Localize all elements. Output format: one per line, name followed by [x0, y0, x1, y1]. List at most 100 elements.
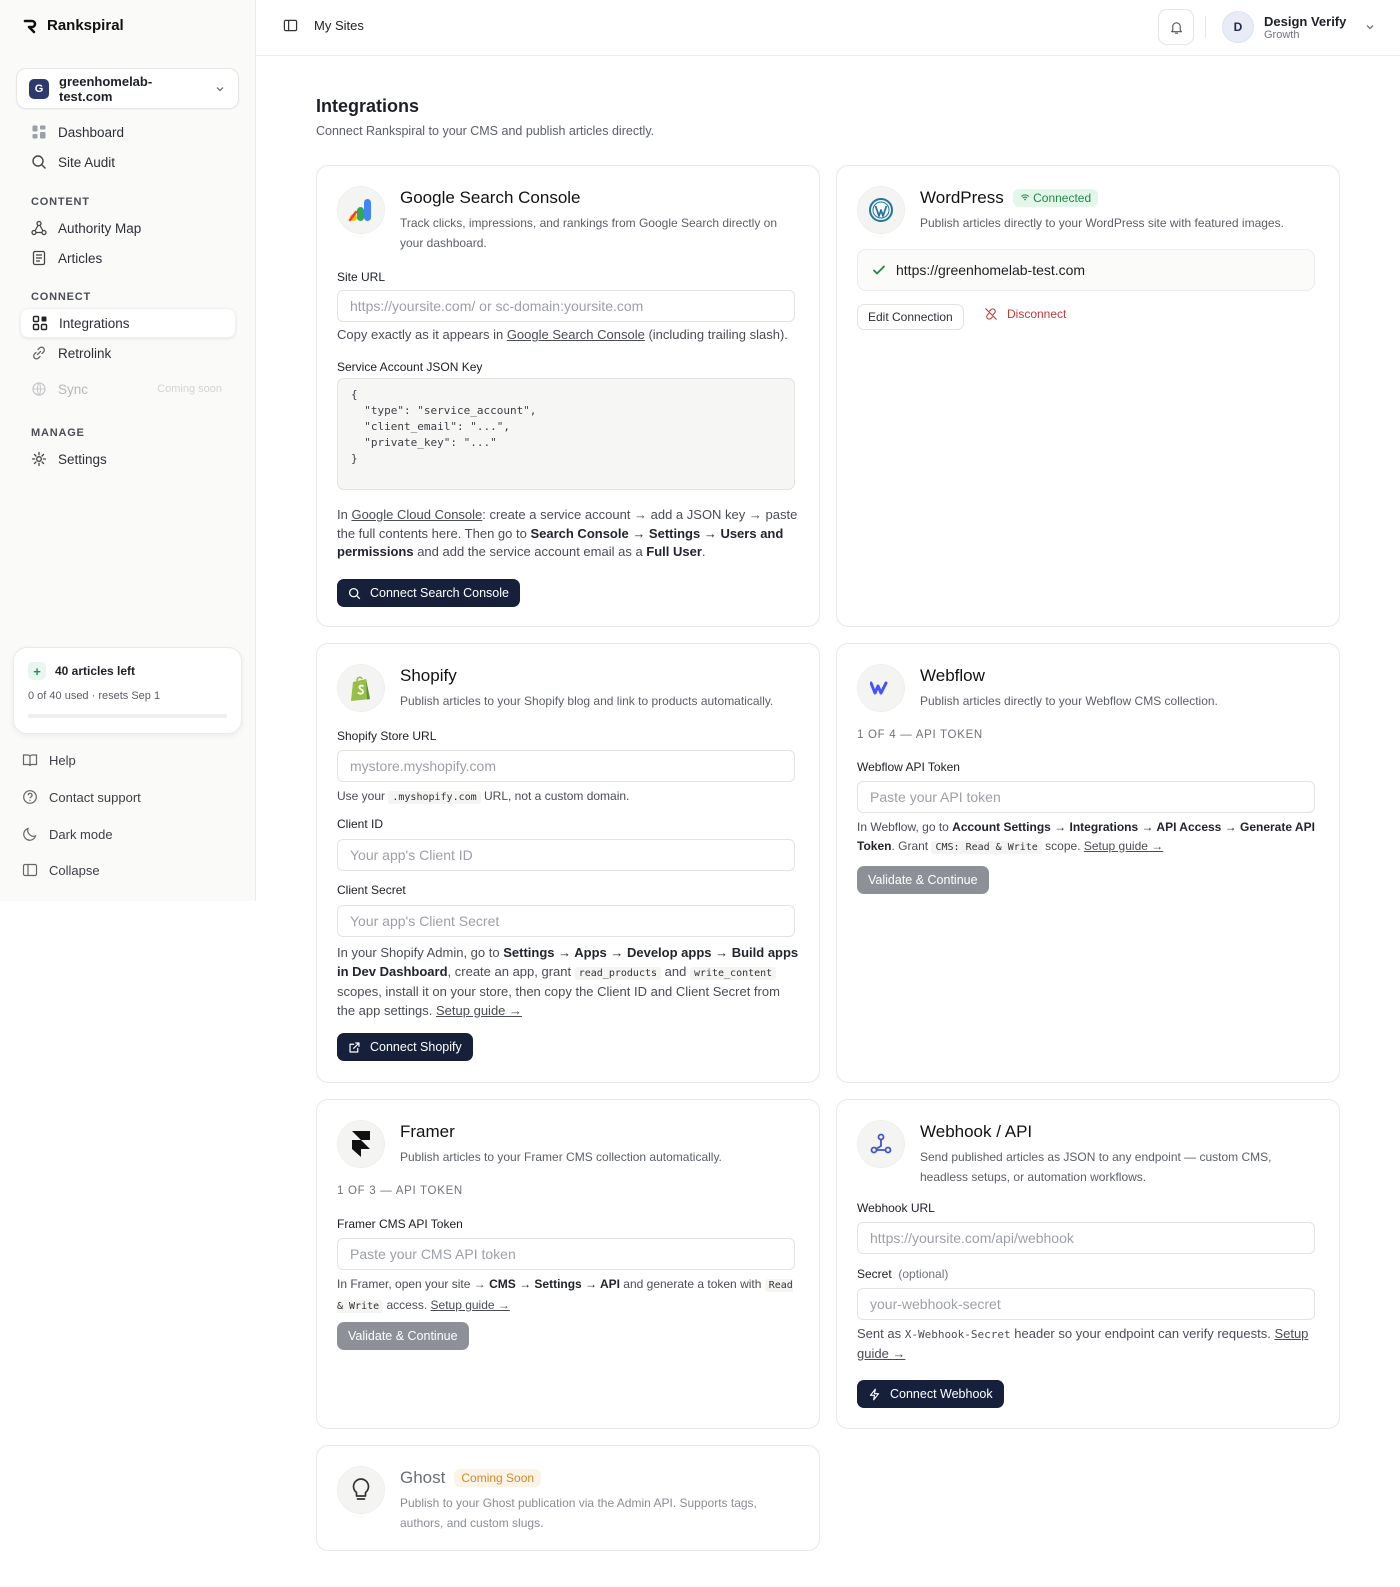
framer-logo-icon — [337, 1120, 385, 1168]
card-webhook: Webhook / API Send published articles as… — [836, 1099, 1340, 1429]
card-ghost: Ghost Coming Soon Publish to your Ghost … — [316, 1445, 820, 1551]
sidebar-item-site-audit[interactable]: Site Audit — [20, 147, 236, 177]
card-title: WordPress — [920, 188, 1004, 207]
brand[interactable]: Rankspiral — [22, 17, 124, 34]
external-link-icon — [349, 1041, 360, 1053]
avatar: D — [1222, 11, 1254, 43]
user-menu[interactable]: D Design Verify Growth — [1222, 11, 1376, 43]
footer-item-dark-mode[interactable]: Dark mode — [22, 826, 113, 842]
top-bar: My Sites D Design Verify Growth — [256, 0, 1400, 56]
client-secret-input[interactable]: Your app's Client Secret — [337, 905, 795, 937]
lightbulb-icon — [337, 1466, 385, 1514]
secret-input[interactable]: your-webhook-secret — [857, 1288, 1315, 1320]
shopify-help: In your Shopify Admin, go to Settings → … — [337, 945, 799, 1018]
client-secret-label: Client Secret — [337, 883, 406, 897]
footer-item-help[interactable]: Help — [22, 752, 76, 768]
book-icon — [22, 754, 38, 767]
breadcrumb-my-sites[interactable]: My Sites — [314, 18, 364, 33]
bell-icon — [1170, 21, 1182, 34]
google-analytics-logo-icon — [337, 186, 385, 234]
chevron-down-icon — [216, 86, 224, 91]
webhook-help: Sent as X-Webhook-Secret header so your … — [857, 1326, 1309, 1361]
card-shopify: Shopify Publish articles to your Shopify… — [316, 643, 820, 1083]
footer-item-label: Dark mode — [49, 826, 113, 842]
user-name: Design Verify — [1264, 13, 1347, 29]
api-token-input[interactable]: Paste your API token — [857, 781, 1315, 813]
connected-badge: Connected — [1012, 189, 1099, 207]
api-token-label: Framer CMS API Token — [337, 1217, 463, 1231]
google-cloud-console-link[interactable]: Google Cloud Console — [351, 507, 482, 522]
sidebar-item-label: Articles — [58, 250, 103, 266]
sidebar-item-label: Site Audit — [58, 154, 116, 170]
footer-item-contact-support[interactable]: Contact support — [22, 789, 141, 805]
card-description: Send published articles as JSON to any e… — [920, 1150, 1272, 1184]
card-description: Publish articles directly to your Webflo… — [920, 694, 1218, 708]
notifications-button[interactable] — [1158, 9, 1194, 45]
card-google-search-console: Google Search Console Track clicks, impr… — [316, 165, 820, 627]
grid-icon — [32, 125, 46, 139]
json-key-help: In Google Cloud Console: create a servic… — [337, 507, 798, 559]
coming-soon-badge: Coming Soon — [454, 1469, 542, 1487]
sidebar-item-integrations[interactable]: Integrations — [20, 308, 236, 338]
connected-site-url: https://greenhomelab-test.com — [857, 249, 1315, 291]
button-label: Connect Search Console — [370, 586, 509, 600]
google-search-console-link[interactable]: Google Search Console — [507, 327, 645, 342]
gear-icon — [31, 451, 47, 467]
connect-webhook-button[interactable]: Connect Webhook — [857, 1380, 1004, 1408]
framer-help: In Framer, open your site → CMS → Settin… — [337, 1277, 793, 1313]
lightning-icon — [869, 1388, 880, 1400]
sidebar-item-authority-map[interactable]: Authority Map — [20, 213, 236, 243]
sidebar-item-settings[interactable]: Settings — [20, 444, 236, 474]
disconnect-button[interactable]: Disconnect — [984, 307, 1066, 321]
sidebar-item-articles[interactable]: Articles — [20, 243, 236, 273]
footer-item-label: Collapse — [49, 862, 100, 878]
site-selector[interactable]: G greenhomelab-test.com — [16, 68, 239, 109]
breadcrumb: My Sites — [283, 18, 364, 33]
api-token-input[interactable]: Paste your CMS API token — [337, 1238, 795, 1270]
check-icon — [873, 265, 885, 275]
quota-progress-bar — [28, 714, 227, 718]
rankspiral-logo-icon — [23, 19, 37, 33]
footer-item-collapse[interactable]: Collapse — [22, 862, 100, 878]
validate-continue-button[interactable]: Validate & Continue — [857, 866, 989, 894]
store-url-label: Shopify Store URL — [337, 729, 437, 743]
edit-connection-button[interactable]: Edit Connection — [857, 304, 964, 330]
quota-detail: 0 of 40 used · resets Sep 1 — [28, 690, 161, 702]
page-title: Integrations — [316, 96, 420, 116]
sidebar: Rankspiral G greenhomelab-test.com Dashb… — [0, 0, 256, 901]
sidebar-item-retrolink[interactable]: Retrolink — [20, 338, 236, 368]
store-url-input[interactable]: mystore.myshopify.com — [337, 750, 795, 782]
card-webflow: Webflow Publish articles directly to you… — [836, 643, 1340, 1083]
card-description: Publish articles to your Shopify blog an… — [400, 694, 774, 708]
webhook-url-input[interactable]: https://yoursite.com/api/webhook — [857, 1222, 1315, 1254]
card-description: Publish articles to your Framer CMS coll… — [400, 1150, 722, 1164]
setup-guide-link[interactable]: Setup guide → — [1084, 839, 1163, 853]
webflow-logo-icon — [857, 664, 905, 712]
card-description: Publish articles directly to your WordPr… — [920, 216, 1284, 230]
client-id-input[interactable]: Your app's Client ID — [337, 839, 795, 871]
setup-guide-link[interactable]: Setup guide → — [436, 1003, 522, 1018]
sidebar-item-label: Sync — [58, 381, 89, 397]
card-description: Track clicks, impressions, and rankings … — [400, 216, 778, 250]
json-key-textarea[interactable]: { "type": "service_account", "client_ema… — [337, 378, 795, 490]
search-icon — [32, 155, 46, 169]
sidebar-item-label: Dashboard — [58, 124, 125, 140]
webhook-url-label: Webhook URL — [857, 1201, 935, 1215]
validate-continue-button[interactable]: Validate & Continue — [337, 1322, 469, 1350]
connect-search-console-button[interactable]: Connect Search Console — [337, 579, 520, 607]
sidebar-item-dashboard[interactable]: Dashboard — [20, 117, 236, 147]
plus-icon[interactable]: + — [28, 662, 46, 680]
site-url-help: Copy exactly as it appears in Google Sea… — [337, 327, 788, 342]
topbar-divider — [1205, 16, 1206, 38]
globe-icon — [32, 382, 46, 396]
step-indicator: 1 OF 3 — API TOKEN — [337, 1185, 463, 1197]
site-url-input[interactable]: https://yoursite.com/ or sc-domain:yours… — [337, 290, 795, 322]
sidebar-item-label: Integrations — [59, 315, 130, 331]
sidebar-toggle-icon[interactable] — [283, 18, 298, 33]
webhook-logo-icon — [857, 1120, 905, 1168]
connect-shopify-button[interactable]: Connect Shopify — [337, 1033, 473, 1061]
secret-label: Secret (optional) — [857, 1267, 949, 1281]
question-icon — [23, 790, 37, 804]
card-title: Ghost — [400, 1468, 446, 1487]
setup-guide-link[interactable]: Setup guide → — [431, 1298, 510, 1312]
